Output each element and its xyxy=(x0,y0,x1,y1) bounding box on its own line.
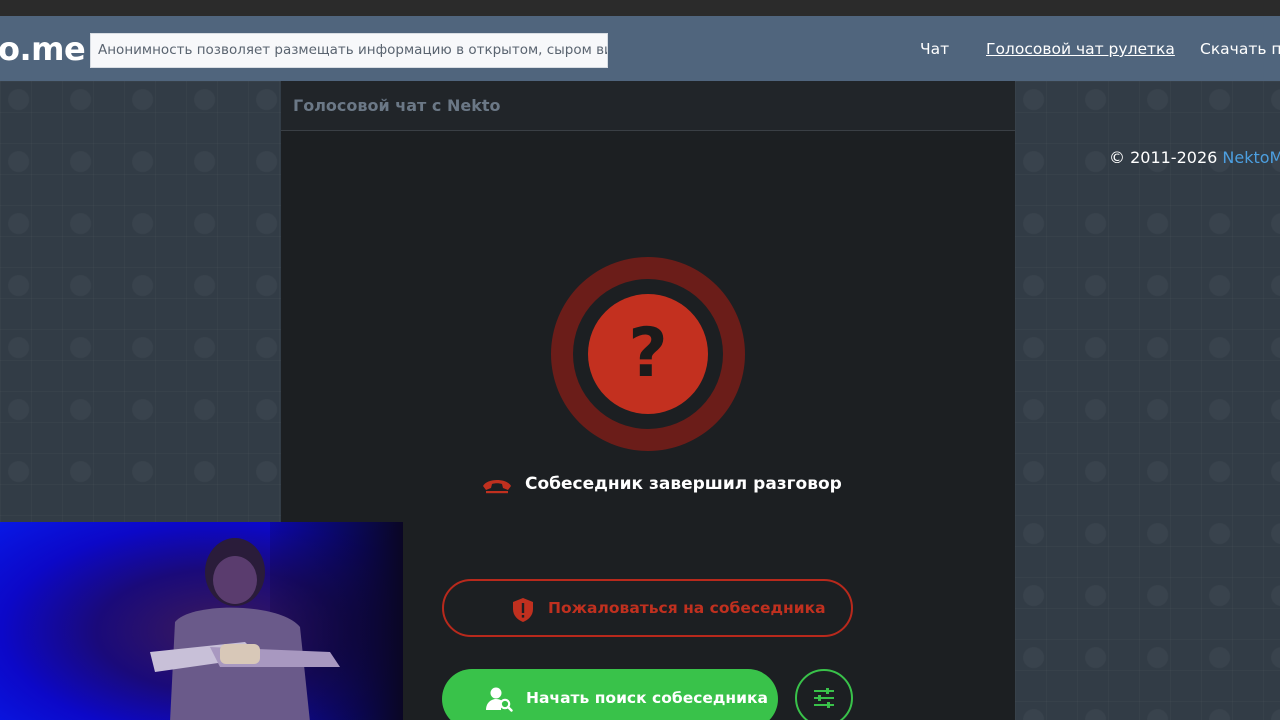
panel-header: Голосовой чат с Nekto xyxy=(281,81,1015,131)
slogan-box: Анонимность позволяет размещать информац… xyxy=(90,33,608,68)
copyright-text: © 2011-2026 NektoMe xyxy=(1109,148,1280,167)
top-navbar: o.me Анонимность позволяет размещать инф… xyxy=(0,16,1280,81)
panel-title: Голосовой чат с Nekto xyxy=(293,96,501,115)
report-button[interactable]: Пожаловаться на собеседника xyxy=(442,579,853,637)
site-logo[interactable]: o.me xyxy=(0,30,86,68)
shield-icon xyxy=(513,598,533,622)
start-search-label: Начать поиск собеседника xyxy=(526,689,768,707)
copyright-years: © 2011-2026 xyxy=(1109,148,1218,167)
background-pattern-right xyxy=(1015,81,1280,720)
user-search-icon xyxy=(486,687,513,712)
sliders-icon xyxy=(814,688,834,708)
hang-up-phone-icon xyxy=(483,480,511,494)
nav-chat-link[interactable]: Чат xyxy=(920,40,949,58)
search-settings-button[interactable] xyxy=(795,669,853,720)
copyright-brand-link[interactable]: NektoMe xyxy=(1222,148,1280,167)
start-search-button[interactable]: Начать поиск собеседника xyxy=(442,669,778,720)
status-message: Собеседник завершил разговор xyxy=(525,474,842,494)
question-mark-icon: ? xyxy=(588,294,708,414)
call-status: Собеседник завершил разговор xyxy=(481,471,842,501)
nav-voice-roulette-link[interactable]: Голосовой чат рулетка xyxy=(986,40,1175,58)
browser-top-strip xyxy=(0,0,1280,16)
nav-download-link[interactable]: Скачать пр xyxy=(1200,40,1280,58)
report-button-label: Пожаловаться на собеседника xyxy=(548,599,826,617)
webcam-overlay xyxy=(0,522,403,720)
question-mark-symbol: ? xyxy=(628,314,668,393)
webcam-person-image xyxy=(150,538,340,720)
